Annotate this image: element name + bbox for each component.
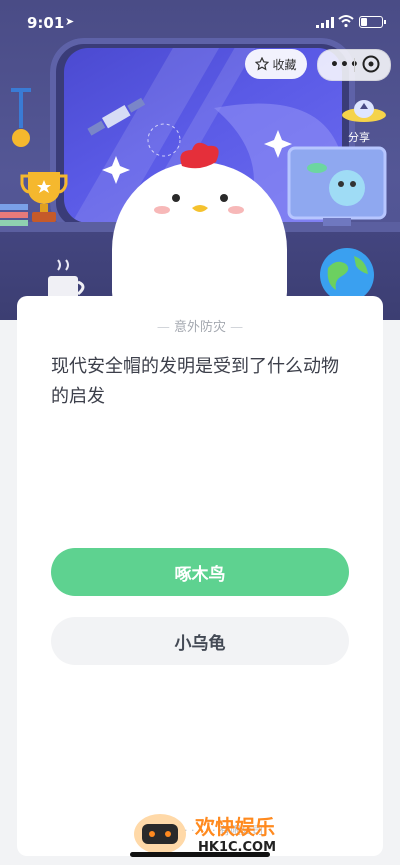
battery-icon <box>359 16 386 28</box>
watermark-title: 欢快娱乐 <box>195 815 275 839</box>
capsule-divider <box>354 58 355 72</box>
status-bar: 9:01 ➤ <box>0 0 400 44</box>
monitor-icon <box>287 146 387 226</box>
favorite-label: 收藏 <box>272 57 297 72</box>
answer-option-1[interactable]: 啄木鸟 <box>51 548 349 596</box>
medal-icon <box>11 88 31 147</box>
wifi-icon <box>338 15 354 28</box>
more-icon[interactable]: ••• <box>330 57 360 73</box>
location-arrow-icon: ➤ <box>65 15 75 28</box>
favorite-button[interactable]: 收藏 <box>245 49 307 79</box>
mini-program-capsule: ••• <box>317 49 391 81</box>
home-indicator[interactable] <box>130 852 270 857</box>
category-label: — 意外防灾 — <box>156 320 244 335</box>
header-illustration: 分享 收藏 ••• 9:01 ➤ <box>0 0 400 320</box>
category-text: 意外防灾 <box>173 320 226 335</box>
chicken-face-icon <box>154 142 244 214</box>
question-text: 现代安全帽的发明是受到了什么动物的启发 <box>51 356 339 407</box>
ufo-share-icon[interactable] <box>340 93 388 127</box>
cellular-signal-icon <box>316 17 334 28</box>
star-icon <box>255 57 270 71</box>
answer-option-2[interactable]: 小乌龟 <box>51 617 349 665</box>
books-icon <box>0 204 28 226</box>
close-icon[interactable] <box>362 55 380 73</box>
share-label[interactable]: 分享 <box>348 129 370 145</box>
status-time: 9:01 <box>27 14 65 32</box>
